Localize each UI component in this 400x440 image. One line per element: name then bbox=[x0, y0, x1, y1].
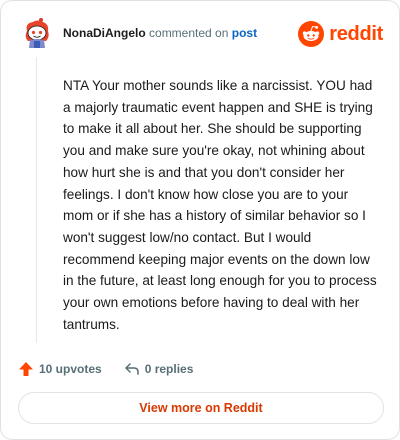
upvote-count: 10 upvotes bbox=[39, 362, 102, 376]
comment-header: NonaDiAngelo commented on post reddit bbox=[21, 17, 383, 51]
author-name[interactable]: NonaDiAngelo bbox=[63, 26, 146, 40]
view-more-button[interactable]: View more on Reddit bbox=[18, 392, 384, 424]
snoo-avatar-icon bbox=[25, 18, 49, 48]
commented-on-text: commented on bbox=[149, 26, 229, 40]
avatar[interactable] bbox=[21, 17, 53, 49]
upvote-arrow-icon bbox=[19, 362, 33, 376]
comment-actions: 10 upvotes 0 replies bbox=[18, 358, 193, 380]
embedded-comment-card: NonaDiAngelo commented on post reddit NT… bbox=[0, 0, 400, 440]
reddit-logo-icon bbox=[298, 21, 325, 47]
replies-button[interactable]: 0 replies bbox=[124, 361, 194, 377]
reply-count: 0 replies bbox=[144, 362, 194, 376]
post-link[interactable]: post bbox=[232, 26, 257, 40]
reddit-brand[interactable]: reddit bbox=[298, 20, 383, 48]
comment-body: NTA Your mother sounds like a narcissist… bbox=[63, 78, 377, 332]
reply-arrow-icon bbox=[124, 363, 139, 375]
author-line: NonaDiAngelo commented on post bbox=[63, 26, 257, 40]
brand-wordmark: reddit bbox=[329, 22, 383, 45]
upvote-button[interactable]: 10 upvotes bbox=[18, 361, 102, 377]
thread-line bbox=[36, 57, 37, 343]
